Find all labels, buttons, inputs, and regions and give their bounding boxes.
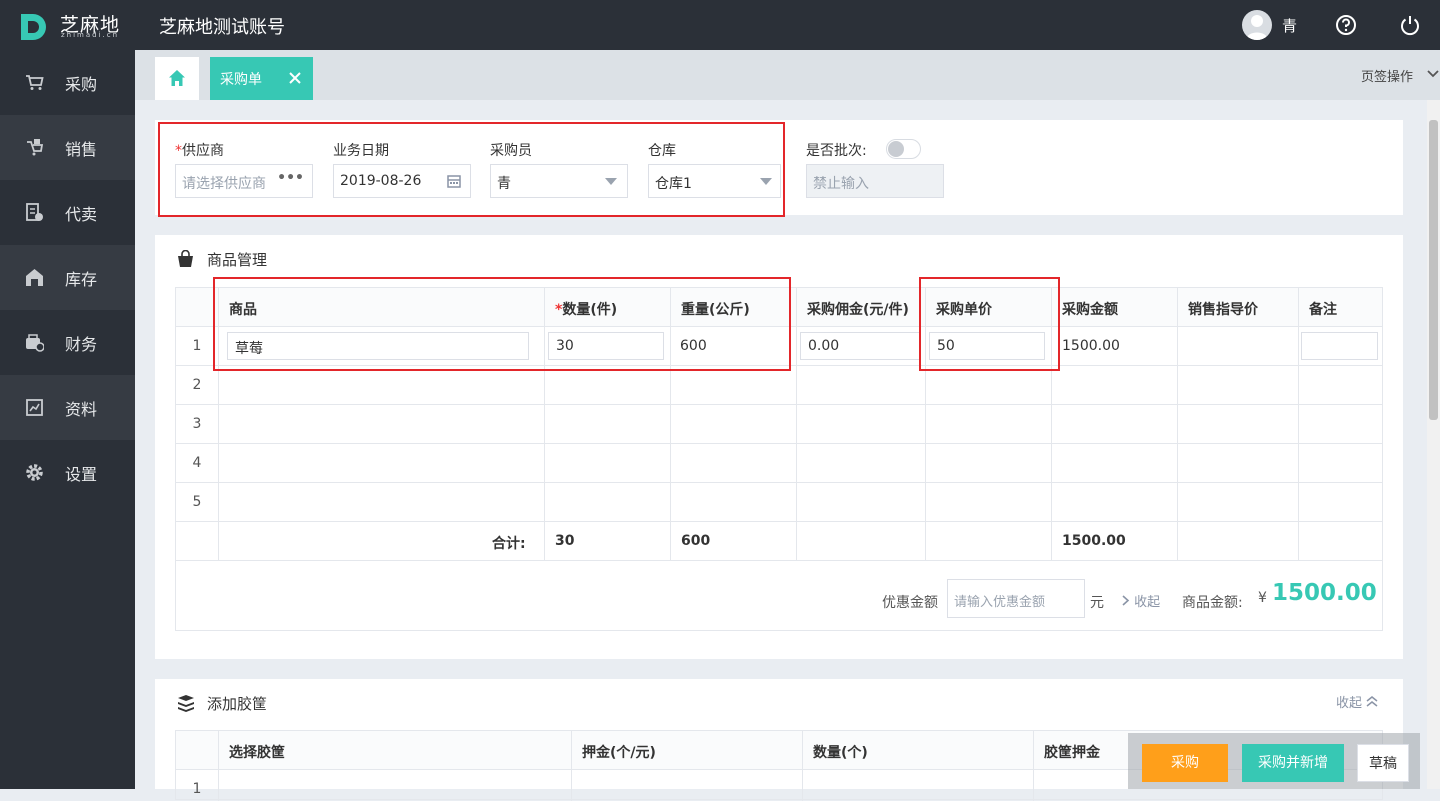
goods-panel: 商品管理 商品 *数量(件) 重量(公斤) 采购佣金(元/件) 采购单价 采购金… xyxy=(155,235,1403,659)
sidebar-item-sales[interactable]: 销售 xyxy=(0,115,135,180)
row-number: 4 xyxy=(192,455,202,471)
total-weight: 600 xyxy=(681,533,711,549)
chevron-right-icon xyxy=(1122,595,1130,606)
goods-amount-label: 商品金额: xyxy=(1182,595,1243,611)
user-icon xyxy=(1246,15,1268,40)
sidebar-item-purchase[interactable]: 采购 xyxy=(0,50,135,115)
sidebar-item-consign[interactable]: 代卖 xyxy=(0,180,135,245)
collapse-link[interactable]: 收起 xyxy=(1121,591,1160,610)
col-header-amount: 采购金额 xyxy=(1062,302,1118,318)
crates-collapse-link[interactable]: 收起 xyxy=(1336,692,1378,711)
chevron-down-icon xyxy=(1427,70,1439,78)
crates-section-title: 添加胶筐 xyxy=(207,695,268,713)
sidebar-item-label: 代卖 xyxy=(65,205,98,224)
gear-icon xyxy=(26,464,43,481)
sidebar-item-label: 设置 xyxy=(65,465,98,484)
discount-input[interactable]: 请输入优惠金额 xyxy=(947,579,1085,618)
sidebar-item-label: 资料 xyxy=(65,400,98,419)
total-label: 合计: xyxy=(492,536,526,552)
scroll-thumb[interactable] xyxy=(1429,120,1438,420)
basket-icon xyxy=(178,250,193,267)
chevron-up-double-icon xyxy=(1366,696,1378,707)
warehouse-icon xyxy=(26,269,43,286)
logo-subtext: zhimadi.cn xyxy=(61,31,120,39)
total-amount: 1500.00 xyxy=(1062,533,1126,549)
help-icon[interactable] xyxy=(1335,14,1357,36)
batch-input: 禁止输入 xyxy=(806,164,944,198)
discount-unit: 元 xyxy=(1090,595,1104,611)
data-icon xyxy=(26,399,43,416)
purchase-button[interactable]: 采购 xyxy=(1142,744,1228,782)
goods-section-title: 商品管理 xyxy=(207,251,268,269)
sidebar-item-label: 采购 xyxy=(65,75,98,94)
col-header-guide-price: 销售指导价 xyxy=(1188,302,1258,318)
logo-icon xyxy=(21,14,46,40)
row-number: 2 xyxy=(192,377,202,393)
col-header-crate: 选择胶筐 xyxy=(229,745,285,761)
consign-icon xyxy=(26,203,43,221)
finance-icon xyxy=(26,334,44,352)
currency-symbol: ¥ xyxy=(1258,590,1267,606)
batch-label: 是否批次: xyxy=(806,143,867,159)
account-name: 芝麻地测试账号 xyxy=(159,17,285,38)
col-header-deposit: 押金(个/元) xyxy=(582,745,656,761)
toggle-knob xyxy=(888,141,904,157)
sales-icon xyxy=(27,139,44,156)
row-number: 5 xyxy=(192,494,202,510)
action-bar: 采购 采购并新增 草稿 xyxy=(1128,733,1420,789)
highlight-box xyxy=(158,122,785,217)
avatar[interactable] xyxy=(1242,10,1272,40)
discount-label: 优惠金额 xyxy=(882,595,938,611)
sidebar-item-finance[interactable]: 财务 xyxy=(0,310,135,375)
amount-value: 1500.00 xyxy=(1062,338,1120,354)
sidebar-item-data[interactable]: 资料 xyxy=(0,375,135,440)
total-qty: 30 xyxy=(555,533,575,549)
sidebar-item-inventory[interactable]: 库存 xyxy=(0,245,135,310)
commission-input[interactable]: 0.00 xyxy=(800,332,921,360)
page-scrollbar[interactable] xyxy=(1427,100,1440,789)
sidebar-item-label: 库存 xyxy=(65,270,98,289)
sidebar: 采购 销售 代卖 库存 财务 资料 设置 xyxy=(0,50,135,789)
tab-home[interactable] xyxy=(155,57,199,100)
col-header-crate-deposit: 胶筐押金 xyxy=(1044,745,1100,761)
draft-button[interactable]: 草稿 xyxy=(1357,744,1409,782)
batch-toggle[interactable] xyxy=(886,139,921,159)
highlight-box xyxy=(213,277,791,371)
row-number: 1 xyxy=(192,781,202,797)
tab-ops-label: 页签操作 xyxy=(1361,70,1414,85)
power-icon[interactable] xyxy=(1399,14,1421,36)
cart-icon xyxy=(26,75,44,90)
home-icon xyxy=(169,70,185,86)
col-header-remark: 备注 xyxy=(1309,302,1337,318)
highlight-box xyxy=(919,277,1060,371)
top-bar: 芝麻地 zhimadi.cn 芝麻地测试账号 青 xyxy=(0,0,1440,50)
close-icon[interactable] xyxy=(288,71,302,85)
tab-label: 采购单 xyxy=(220,72,262,88)
tab-bar: 采购单 页签操作 xyxy=(135,50,1440,100)
tab-purchase-order[interactable]: 采购单 xyxy=(210,57,313,100)
sidebar-item-settings[interactable]: 设置 xyxy=(0,440,135,505)
remark-input[interactable] xyxy=(1301,332,1378,360)
purchase-and-new-button[interactable]: 采购并新增 xyxy=(1242,744,1344,782)
goods-amount-value: 1500.00 xyxy=(1272,580,1377,606)
user-name[interactable]: 青 xyxy=(1282,15,1297,36)
sidebar-item-label: 销售 xyxy=(65,140,98,159)
boxes-icon xyxy=(178,695,194,712)
row-number: 3 xyxy=(192,416,202,432)
sidebar-item-label: 财务 xyxy=(65,335,98,354)
row-number: 1 xyxy=(192,338,202,354)
order-header-panel: *供应商 请选择供应商 ••• 业务日期 2019-08-26 采购员 青 仓库… xyxy=(155,120,1403,217)
col-header-crate-qty: 数量(个) xyxy=(813,745,868,761)
tab-ops-menu[interactable]: 页签操作 xyxy=(1361,66,1439,85)
col-header-commission: 采购佣金(元/件) xyxy=(807,302,909,318)
